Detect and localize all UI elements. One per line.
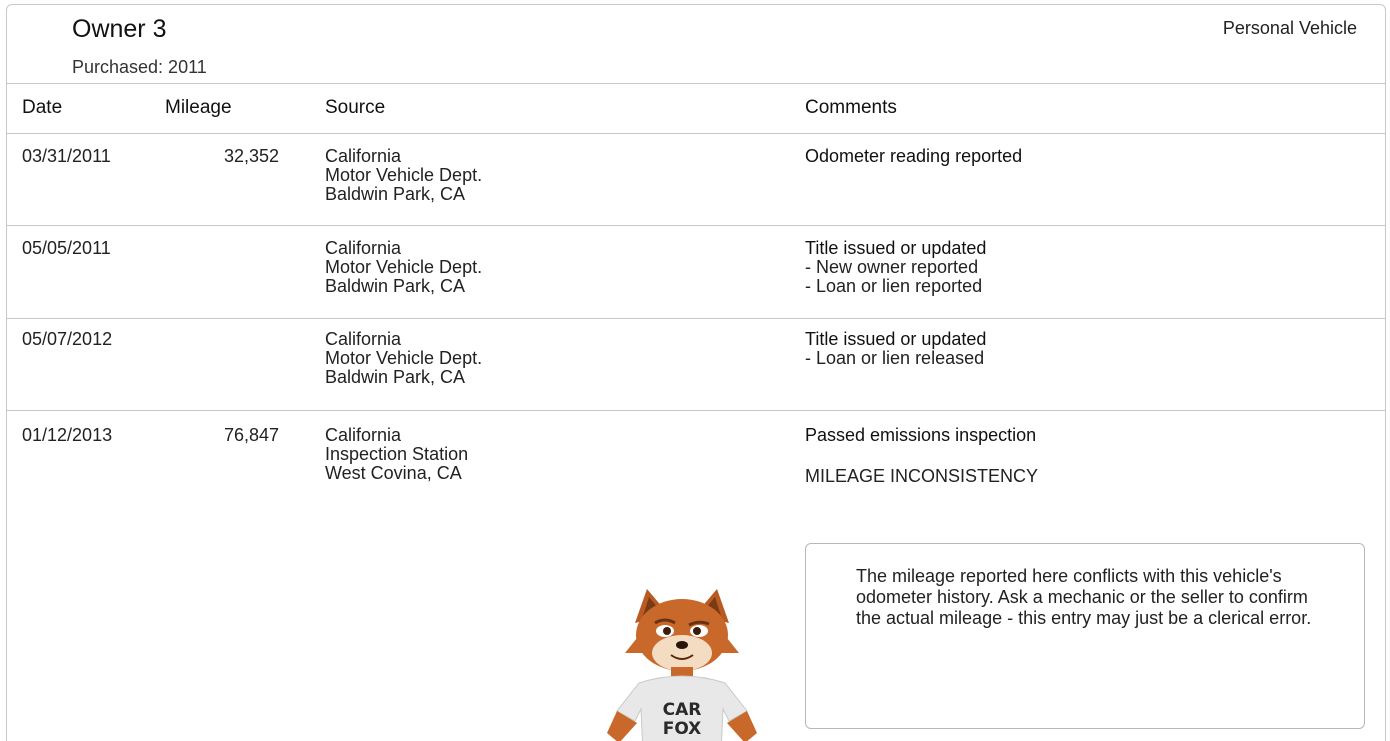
row-divider	[7, 225, 1385, 226]
column-header-mileage: Mileage	[165, 97, 232, 118]
row-comments: Passed emissions inspection MILEAGE INCO…	[805, 426, 1038, 486]
comment-line: - Loan or lien released	[805, 348, 985, 368]
source-location: Baldwin Park, CA	[325, 184, 466, 204]
row-date: 01/12/2013	[22, 425, 113, 445]
shirt-text-line-2: FOX	[663, 719, 702, 739]
row-source: California Motor Vehicle Dept. Baldwin P…	[325, 239, 482, 296]
vehicle-type: Personal Vehicle	[1222, 18, 1357, 38]
source-state: California	[325, 238, 402, 258]
row-comments: Title issued or updated - New owner repo…	[805, 239, 986, 296]
comment-line: - Loan or lien reported	[805, 276, 983, 296]
row-source: California Motor Vehicle Dept. Baldwin P…	[325, 330, 482, 387]
column-header-source: Source	[325, 97, 386, 118]
comment-title: Passed emissions inspection	[805, 425, 1037, 445]
row-source: California Inspection Station West Covin…	[325, 426, 468, 483]
mileage-inconsistency-label: MILEAGE INCONSISTENCY	[805, 466, 1039, 486]
column-header-comments: Comments	[805, 97, 897, 118]
source-agency: Motor Vehicle Dept.	[325, 165, 483, 185]
source-location: Baldwin Park, CA	[325, 276, 466, 296]
row-comments: Odometer reading reported	[805, 147, 1022, 166]
source-location: Baldwin Park, CA	[325, 367, 466, 387]
row-date: 05/05/2011	[22, 238, 111, 258]
row-mileage: 76,847	[223, 425, 279, 445]
owner-title: Owner 3	[72, 15, 167, 43]
comment-line: - New owner reported	[805, 257, 979, 277]
source-location: West Covina, CA	[325, 463, 462, 483]
row-mileage: 32,352	[223, 146, 279, 166]
source-agency: Motor Vehicle Dept.	[325, 257, 483, 277]
table-header-divider	[7, 133, 1385, 134]
comment-title: Title issued or updated	[805, 238, 987, 258]
purchased-year: Purchased: 2011	[72, 57, 207, 77]
source-state: California	[325, 146, 402, 166]
source-agency: Inspection Station	[325, 444, 469, 464]
row-date: 03/31/2011	[22, 146, 111, 166]
mileage-alert-text: The mileage reported here conflicts with…	[856, 566, 1312, 628]
source-agency: Motor Vehicle Dept.	[325, 348, 483, 368]
shirt-text-line-1: CAR	[663, 700, 702, 720]
source-state: California	[325, 425, 402, 445]
mileage-alert-box: The mileage reported here conflicts with…	[805, 543, 1365, 729]
comment-title: Odometer reading reported	[805, 146, 1023, 166]
column-header-date: Date	[22, 97, 63, 118]
header-divider	[7, 83, 1385, 84]
row-comments: Title issued or updated - Loan or lien r…	[805, 330, 986, 368]
owner-history-card: Owner 3 Purchased: 2011 Personal Vehicle…	[6, 4, 1386, 741]
row-divider	[7, 318, 1385, 319]
comment-title: Title issued or updated	[805, 329, 987, 349]
carfox-mascot: CAR FOX	[607, 589, 757, 741]
row-date: 05/07/2012	[22, 329, 113, 349]
row-divider	[7, 410, 1385, 411]
source-state: California	[325, 329, 402, 349]
row-source: California Motor Vehicle Dept. Baldwin P…	[325, 147, 482, 204]
